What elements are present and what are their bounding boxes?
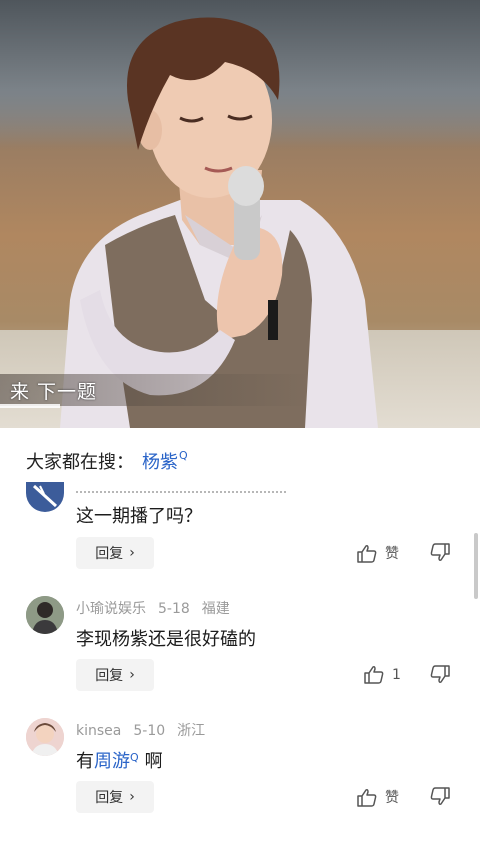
comment-date: 5-10 bbox=[133, 723, 166, 739]
reply-button[interactable]: 回复 › bbox=[76, 659, 154, 691]
comment-meta-cut bbox=[76, 483, 286, 493]
avatar[interactable] bbox=[26, 718, 64, 756]
comment-meta: 小瑜说娱乐 5-18 福建 bbox=[76, 598, 242, 618]
comment-search-link[interactable]: 周游 bbox=[94, 751, 130, 772]
comment-username[interactable]: 小瑜说娱乐 bbox=[76, 601, 146, 617]
comment-location: 福建 bbox=[201, 601, 230, 617]
like-button[interactable]: 1 bbox=[364, 665, 401, 684]
trending-search-link[interactable]: 杨紫 bbox=[142, 448, 178, 474]
chevron-right-icon: › bbox=[129, 545, 135, 561]
reply-label: 回复 bbox=[95, 790, 124, 806]
thumbs-down-icon bbox=[430, 543, 450, 561]
thumbs-up-icon bbox=[357, 544, 377, 563]
search-icon: Q bbox=[179, 448, 188, 462]
avatar[interactable] bbox=[26, 596, 64, 634]
like-button[interactable]: 赞 bbox=[357, 787, 399, 807]
comment-username[interactable]: kinsea bbox=[76, 723, 121, 739]
comment-date: 5-18 bbox=[158, 601, 190, 617]
dislike-button[interactable] bbox=[430, 543, 450, 566]
comment-text-prefix: 有 bbox=[76, 751, 94, 772]
reply-button[interactable]: 回复 › bbox=[76, 537, 154, 569]
thumbs-down-icon bbox=[430, 787, 450, 805]
video-progress-bar[interactable] bbox=[0, 404, 60, 408]
comment-text-suffix: 啊 bbox=[144, 751, 163, 772]
reply-button[interactable]: 回复 › bbox=[76, 781, 154, 813]
search-icon: Q bbox=[130, 751, 139, 764]
comment-text: 有周游Q 啊 bbox=[76, 747, 163, 773]
trending-search-label: 大家都在搜： bbox=[26, 452, 134, 473]
like-count: 赞 bbox=[385, 790, 399, 806]
video-player[interactable]: 来 下一题 bbox=[0, 0, 480, 428]
comment-meta: kinsea 5-10 浙江 bbox=[76, 720, 217, 740]
like-button[interactable]: 赞 bbox=[357, 543, 399, 563]
dislike-button[interactable] bbox=[430, 665, 450, 688]
chevron-right-icon: › bbox=[129, 789, 135, 805]
thumbs-down-icon bbox=[430, 665, 450, 683]
trending-search: 大家都在搜： 杨紫 Q bbox=[26, 448, 188, 474]
avatar[interactable] bbox=[26, 482, 64, 512]
thumbs-up-icon bbox=[357, 788, 377, 807]
scrollbar[interactable] bbox=[474, 533, 478, 599]
reply-label: 回复 bbox=[95, 546, 124, 562]
video-subtitle: 来 下一题 bbox=[10, 381, 98, 403]
like-count: 赞 bbox=[385, 546, 399, 562]
comment-location: 浙江 bbox=[177, 723, 206, 739]
comments-panel: 大家都在搜： 杨紫 Q 这一期播了吗？ 回复 › 赞 小瑜说娱乐 5-18 福建 李… bbox=[0, 428, 480, 853]
thumbs-up-icon bbox=[364, 666, 384, 684]
chevron-right-icon: › bbox=[129, 667, 135, 683]
comment-text: 李现杨紫还是很好磕的 bbox=[76, 629, 256, 650]
reply-label: 回复 bbox=[95, 668, 124, 684]
singer-figure bbox=[60, 17, 378, 428]
like-count: 1 bbox=[392, 666, 401, 683]
dislike-button[interactable] bbox=[430, 787, 450, 810]
comment-text: 这一期播了吗？ bbox=[76, 506, 202, 527]
